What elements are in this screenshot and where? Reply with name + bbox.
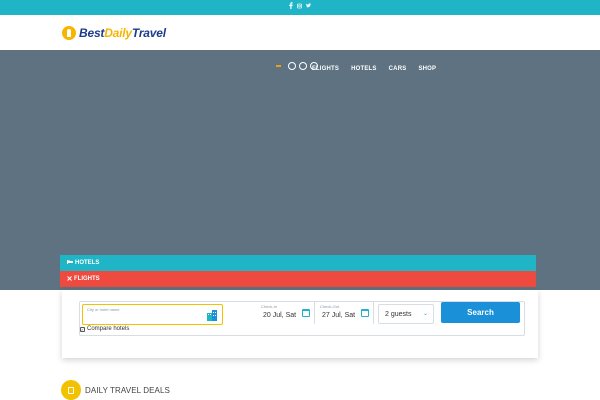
guests-value: 2 guests — [385, 311, 412, 318]
nav-item-cars[interactable]: CARS — [389, 66, 407, 72]
location-icon: ◦ — [202, 314, 204, 320]
logo-text-daily: Daily — [104, 26, 132, 40]
loader-dot — [288, 62, 296, 70]
hotel-building-icon — [206, 308, 218, 321]
deals-heading: DAILY TRAVEL DEALS — [61, 380, 170, 400]
nav-item-hotels[interactable]: HOTELS — [351, 66, 377, 72]
search-panel: City or hotel name ◦ Check-In 20 Jul, Sa… — [62, 290, 538, 358]
top-bar — [0, 0, 600, 15]
checkin-label: Check-In — [261, 304, 278, 309]
tab-hotels-label: HOTELS — [75, 260, 100, 266]
compare-hotels[interactable]: ✓ Compare hotels — [80, 326, 129, 332]
search-button[interactable]: Search — [441, 302, 520, 323]
city-input-label: City or hotel name — [87, 307, 120, 312]
chevron-down-icon: ⌄ — [422, 311, 428, 317]
logo-text-travel: Travel — [131, 26, 166, 40]
tab-hotels[interactable]: HOTELS — [60, 255, 536, 271]
nav-item-shop[interactable]: SHOP — [418, 66, 436, 72]
checkout-value: 27 Jul, Sat — [322, 312, 356, 319]
header: BestDailyTravel — [0, 15, 600, 50]
checkin-field[interactable]: Check-In 20 Jul, Sat — [257, 302, 315, 324]
tab-flights-label: FLIGHTS — [74, 276, 100, 282]
site-logo[interactable]: BestDailyTravel — [62, 23, 166, 43]
instagram-icon[interactable] — [297, 2, 302, 9]
plane-icon — [67, 275, 72, 283]
bed-icon — [67, 260, 73, 266]
checkin-value: 20 Jul, Sat — [263, 312, 297, 319]
compare-hotels-label: Compare hotels — [87, 326, 130, 332]
deals-icon — [61, 380, 81, 400]
logo-icon — [62, 26, 76, 40]
social-links — [288, 2, 311, 9]
city-input[interactable]: City or hotel name ◦ — [82, 304, 223, 325]
tab-flights[interactable]: FLIGHTS — [60, 271, 536, 287]
checkout-label: Check-Out — [320, 304, 340, 309]
loader-dot — [299, 62, 307, 70]
loader-dash — [276, 65, 281, 67]
deals-title: DAILY TRAVEL DEALS — [85, 385, 170, 395]
logo-text-best: Best — [79, 26, 105, 40]
guests-select[interactable]: 2 guests ⌄ — [378, 304, 434, 324]
calendar-icon — [361, 309, 369, 317]
compare-checkbox[interactable]: ✓ — [80, 326, 85, 332]
facebook-icon[interactable] — [288, 2, 293, 9]
twitter-icon[interactable] — [306, 2, 311, 9]
search-form: City or hotel name ◦ Check-In 20 Jul, Sa… — [79, 301, 525, 336]
calendar-icon — [302, 309, 310, 317]
hero-banner: FLIGHTS HOTELS CARS SHOP — [0, 50, 600, 290]
checkout-field[interactable]: Check-Out 27 Jul, Sat — [316, 302, 374, 324]
nav-item-flights[interactable]: FLIGHTS — [312, 66, 339, 72]
logo-text: BestDailyTravel — [79, 26, 166, 40]
main-nav: FLIGHTS HOTELS CARS SHOP — [312, 66, 436, 72]
